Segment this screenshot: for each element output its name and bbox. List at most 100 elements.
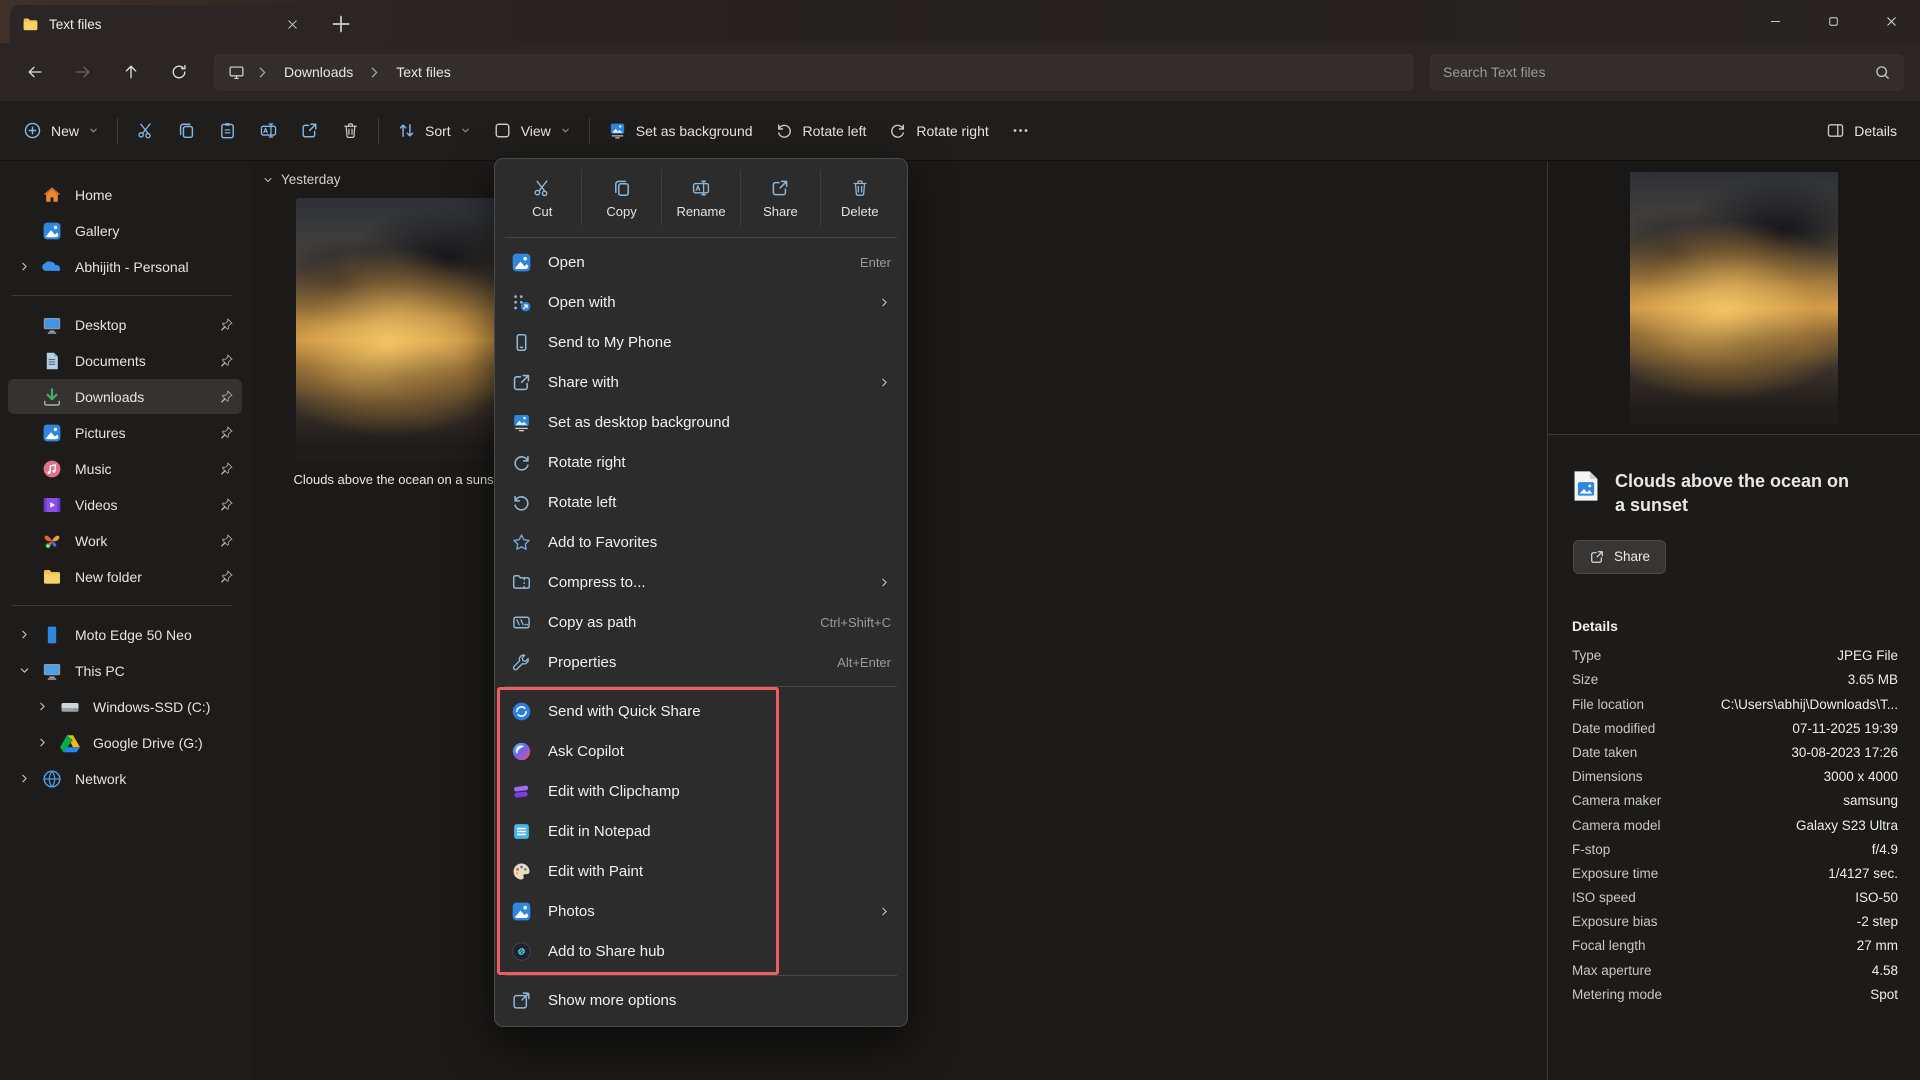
maximize-button[interactable] — [1804, 0, 1862, 43]
details-pane-toggle[interactable]: Details — [1815, 112, 1908, 149]
quick-action-rename[interactable]: Rename — [661, 170, 740, 226]
menu-item-photos[interactable]: Photos — [495, 891, 907, 931]
sidebar-item-windows-ssd-c[interactable]: Windows-SSD (C:) — [8, 689, 242, 724]
quick-action-cut[interactable]: Cut — [503, 170, 581, 226]
clipchamp-icon — [511, 781, 532, 802]
sidebar-item-work[interactable]: Work — [8, 523, 242, 558]
menu-item-show-more-options[interactable]: Show more options — [495, 980, 907, 1020]
up-button[interactable] — [110, 53, 152, 91]
chevron-right-icon[interactable] — [18, 260, 42, 274]
breadcrumb-downloads[interactable]: Downloads — [280, 62, 357, 82]
menu-item-label: Add to Share hub — [548, 943, 891, 960]
menu-item-open-with[interactable]: Open with — [495, 282, 907, 322]
toolbar-new-button[interactable]: New — [12, 112, 110, 149]
menu-item-add-to-share-hub[interactable]: Add to Share hub — [495, 931, 907, 971]
sort-icon — [397, 121, 416, 140]
window-tab[interactable]: Text files — [10, 5, 310, 43]
toolbar-paste-button[interactable] — [207, 112, 248, 149]
sidebar-item-label: Pictures — [75, 425, 219, 441]
back-button[interactable] — [14, 53, 56, 91]
sidebar-item-new-folder[interactable]: New folder — [8, 559, 242, 594]
menu-item-edit-with-paint[interactable]: Edit with Paint — [495, 851, 907, 891]
search-input[interactable] — [1443, 64, 1866, 80]
sidebar-item-label: Downloads — [75, 389, 219, 405]
sidebar-item-this-pc[interactable]: This PC — [8, 653, 242, 688]
group-header-yesterday[interactable]: Yesterday — [262, 172, 341, 187]
menu-item-properties[interactable]: PropertiesAlt+Enter — [495, 642, 907, 682]
sidebar-item-home[interactable]: Home — [8, 177, 242, 212]
chevron-right-icon[interactable] — [18, 772, 42, 786]
detail-label: F-stop — [1572, 842, 1610, 857]
menu-item-rotate-left[interactable]: Rotate left — [495, 482, 907, 522]
toolbar-set-as-background-button[interactable]: Set as background — [597, 112, 764, 149]
close-button[interactable] — [1862, 0, 1920, 43]
chevron-right-icon[interactable] — [18, 628, 42, 642]
chevron-down-icon[interactable] — [18, 664, 42, 678]
toolbar-rename-button[interactable] — [248, 112, 289, 149]
menu-item-add-to-favorites[interactable]: Add to Favorites — [495, 522, 907, 562]
quick-action-copy[interactable]: Copy — [581, 170, 660, 226]
forward-button[interactable] — [62, 53, 104, 91]
detail-row-dimensions: Dimensions3000 x 4000 — [1572, 765, 1898, 789]
chevron-right-icon — [878, 576, 891, 589]
search-box[interactable] — [1430, 54, 1904, 91]
rotate-right-icon — [511, 452, 532, 473]
toolbar-share-button[interactable] — [289, 112, 330, 149]
address-bar[interactable]: Downloads Text files — [214, 54, 1414, 91]
sidebar-item-moto-edge-50-neo[interactable]: Moto Edge 50 Neo — [8, 617, 242, 652]
minimize-button[interactable] — [1746, 0, 1804, 43]
menu-item-rotate-right[interactable]: Rotate right — [495, 442, 907, 482]
refresh-button[interactable] — [158, 53, 200, 91]
sidebar-item-music[interactable]: Music — [8, 451, 242, 486]
sidebar-item-pictures[interactable]: Pictures — [8, 415, 242, 450]
sidebar-item-gallery[interactable]: Gallery — [8, 213, 242, 248]
sidebar-item-google-drive-g[interactable]: Google Drive (G:) — [8, 725, 242, 760]
breadcrumb-text-files[interactable]: Text files — [392, 62, 454, 82]
open-with-icon — [511, 292, 532, 313]
menu-item-share-with[interactable]: Share with — [495, 362, 907, 402]
detail-label: Exposure bias — [1572, 914, 1658, 929]
menu-item-copy-as-path[interactable]: Copy as pathCtrl+Shift+C — [495, 602, 907, 642]
detail-label: Size — [1572, 672, 1598, 687]
share-button[interactable]: Share — [1573, 540, 1666, 574]
sidebar-item-desktop[interactable]: Desktop — [8, 307, 242, 342]
chevron-right-icon[interactable] — [36, 700, 60, 714]
menu-item-open[interactable]: OpenEnter — [495, 242, 907, 282]
menu-item-label: Compress to... — [548, 574, 862, 591]
sidebar-item-label: Moto Edge 50 Neo — [75, 627, 234, 643]
file-thumbnail[interactable] — [296, 198, 502, 461]
chevron-right-icon[interactable] — [36, 736, 60, 750]
chevron-right-icon — [18, 260, 31, 273]
toolbar-copy-button[interactable] — [166, 112, 207, 149]
new-tab-button[interactable] — [328, 11, 354, 37]
toolbar-rotate-right-button[interactable]: Rotate right — [877, 112, 999, 149]
quick-action-share[interactable]: Share — [740, 170, 819, 226]
menu-item-send-to-my-phone[interactable]: Send to My Phone — [495, 322, 907, 362]
onedrive-icon — [42, 257, 62, 277]
toolbar-cut-button[interactable] — [125, 112, 166, 149]
detail-row-camera-maker: Camera makersamsung — [1572, 789, 1898, 813]
sidebar-item-network[interactable]: Network — [8, 761, 242, 796]
detail-value: ISO-50 — [1855, 890, 1898, 905]
tab-close-icon[interactable] — [285, 17, 300, 32]
toolbar-dots-button[interactable] — [1000, 112, 1041, 149]
menu-item-ask-copilot[interactable]: Ask Copilot — [495, 731, 907, 771]
quick-action-delete[interactable]: Delete — [820, 170, 899, 226]
sidebar-item-videos[interactable]: Videos — [8, 487, 242, 522]
sidebar-item-downloads[interactable]: Downloads — [8, 379, 242, 414]
window-controls — [1746, 0, 1920, 43]
menu-item-send-with-quick-share[interactable]: Send with Quick Share — [495, 691, 907, 731]
menu-item-edit-in-notepad[interactable]: Edit in Notepad — [495, 811, 907, 851]
sidebar-item-documents[interactable]: Documents — [8, 343, 242, 378]
toolbar-delete-button[interactable] — [330, 112, 371, 149]
home-icon — [42, 185, 62, 205]
menu-item-compress-to[interactable]: Compress to... — [495, 562, 907, 602]
toolbar-sort-button[interactable]: Sort — [386, 112, 482, 149]
expander-spacer — [18, 390, 42, 404]
menu-item-label: Properties — [548, 654, 821, 671]
toolbar-view-button[interactable]: View — [482, 112, 582, 149]
sidebar-item-abhijith-personal[interactable]: Abhijith - Personal — [8, 249, 242, 284]
menu-item-set-as-desktop-background[interactable]: Set as desktop background — [495, 402, 907, 442]
menu-item-edit-with-clipchamp[interactable]: Edit with Clipchamp — [495, 771, 907, 811]
toolbar-rotate-left-button[interactable]: Rotate left — [764, 112, 878, 149]
